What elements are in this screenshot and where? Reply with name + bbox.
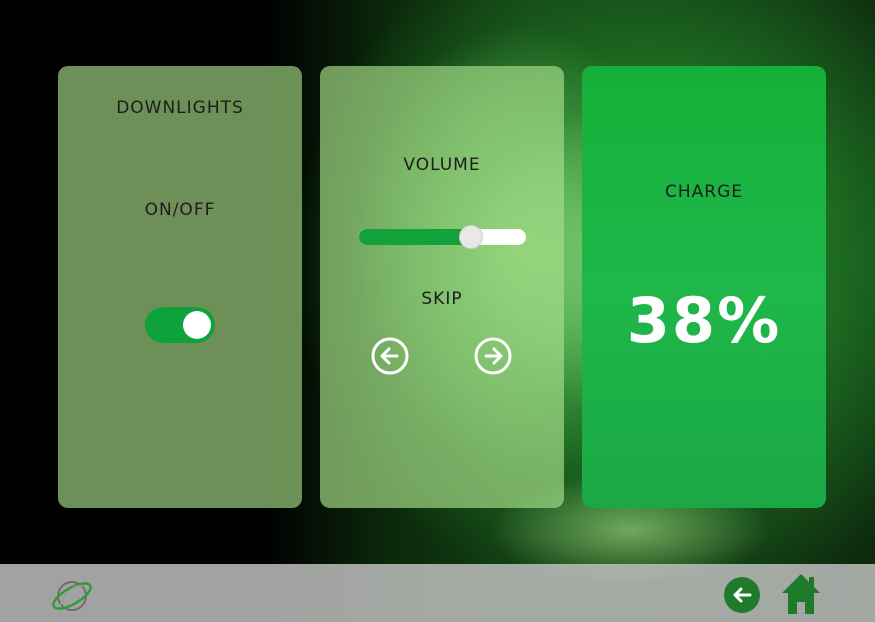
home-icon [782, 574, 820, 614]
orbit-logo [48, 574, 96, 616]
downlights-title: DOWNLIGHTS [116, 98, 244, 118]
volume-slider-fill [359, 229, 471, 245]
back-button[interactable] [723, 576, 761, 614]
back-arrow-icon [724, 577, 760, 613]
volume-slider[interactable] [359, 225, 526, 249]
volume-card: VOLUME SKIP [320, 66, 564, 508]
charge-value: 38% [626, 284, 782, 357]
arrow-left-circle-icon [371, 337, 409, 375]
volume-slider-thumb[interactable] [459, 225, 483, 249]
skip-forward-button[interactable] [474, 337, 512, 375]
toggle-knob [183, 311, 211, 339]
skip-label: SKIP [421, 289, 463, 309]
skip-back-button[interactable] [371, 337, 409, 375]
bottom-bar [0, 564, 875, 622]
on-off-label: ON/OFF [144, 200, 216, 220]
arrow-right-circle-icon [474, 337, 512, 375]
charge-title: CHARGE [664, 182, 743, 202]
volume-title: VOLUME [403, 155, 481, 175]
downlights-card: DOWNLIGHTS ON/OFF [58, 66, 302, 508]
charge-card: CHARGE 38% [582, 66, 826, 508]
downlights-toggle[interactable] [145, 307, 215, 343]
home-button[interactable] [780, 572, 822, 616]
